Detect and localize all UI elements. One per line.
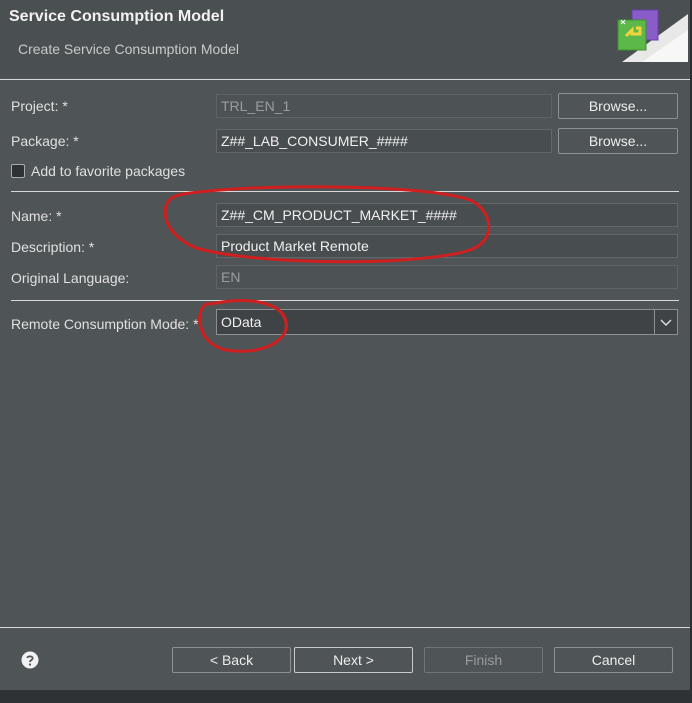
header-separator — [0, 79, 690, 80]
section-separator-2 — [11, 300, 679, 301]
footer-separator — [0, 627, 690, 628]
remote-mode-label: Remote Consumption Mode: * — [11, 316, 199, 332]
remote-mode-value: OData — [221, 314, 262, 330]
dialog-subtitle: Create Service Consumption Model — [18, 41, 239, 57]
wizard-dialog: Service Consumption Model Create Service… — [0, 0, 691, 690]
section-separator-1 — [11, 191, 679, 192]
description-label: Description: * — [11, 239, 95, 255]
name-label: Name: * — [11, 208, 62, 224]
project-field[interactable]: TRL_EN_1 — [216, 94, 552, 118]
favorite-checkbox-label[interactable]: Add to favorite packages — [31, 163, 185, 179]
favorite-checkbox[interactable] — [11, 164, 25, 178]
package-label: Package: * — [11, 133, 79, 149]
chevron-down-icon[interactable] — [654, 310, 677, 334]
original-language-field: EN — [216, 265, 678, 289]
wizard-banner-icon — [617, 9, 688, 62]
next-button[interactable]: Next > — [294, 647, 413, 673]
cancel-button[interactable]: Cancel — [554, 647, 673, 673]
back-button[interactable]: < Back — [172, 647, 291, 673]
remote-mode-select[interactable]: OData — [216, 309, 678, 335]
package-field[interactable]: Z##_LAB_CONSUMER_#### — [216, 129, 552, 153]
package-browse-button[interactable]: Browse... — [558, 128, 678, 154]
dialog-title: Service Consumption Model — [9, 8, 225, 25]
project-label: Project: * — [11, 98, 68, 114]
wizard-header: Service Consumption Model Create Service… — [0, 0, 690, 78]
window-bottom-edge — [0, 690, 692, 703]
description-field[interactable]: Product Market Remote — [216, 234, 678, 258]
finish-button[interactable]: Finish — [424, 647, 543, 673]
original-language-label: Original Language: — [11, 270, 130, 286]
name-field[interactable]: Z##_CM_PRODUCT_MARKET_#### — [216, 203, 678, 227]
project-browse-button[interactable]: Browse... — [558, 93, 678, 119]
help-icon[interactable] — [21, 651, 39, 669]
